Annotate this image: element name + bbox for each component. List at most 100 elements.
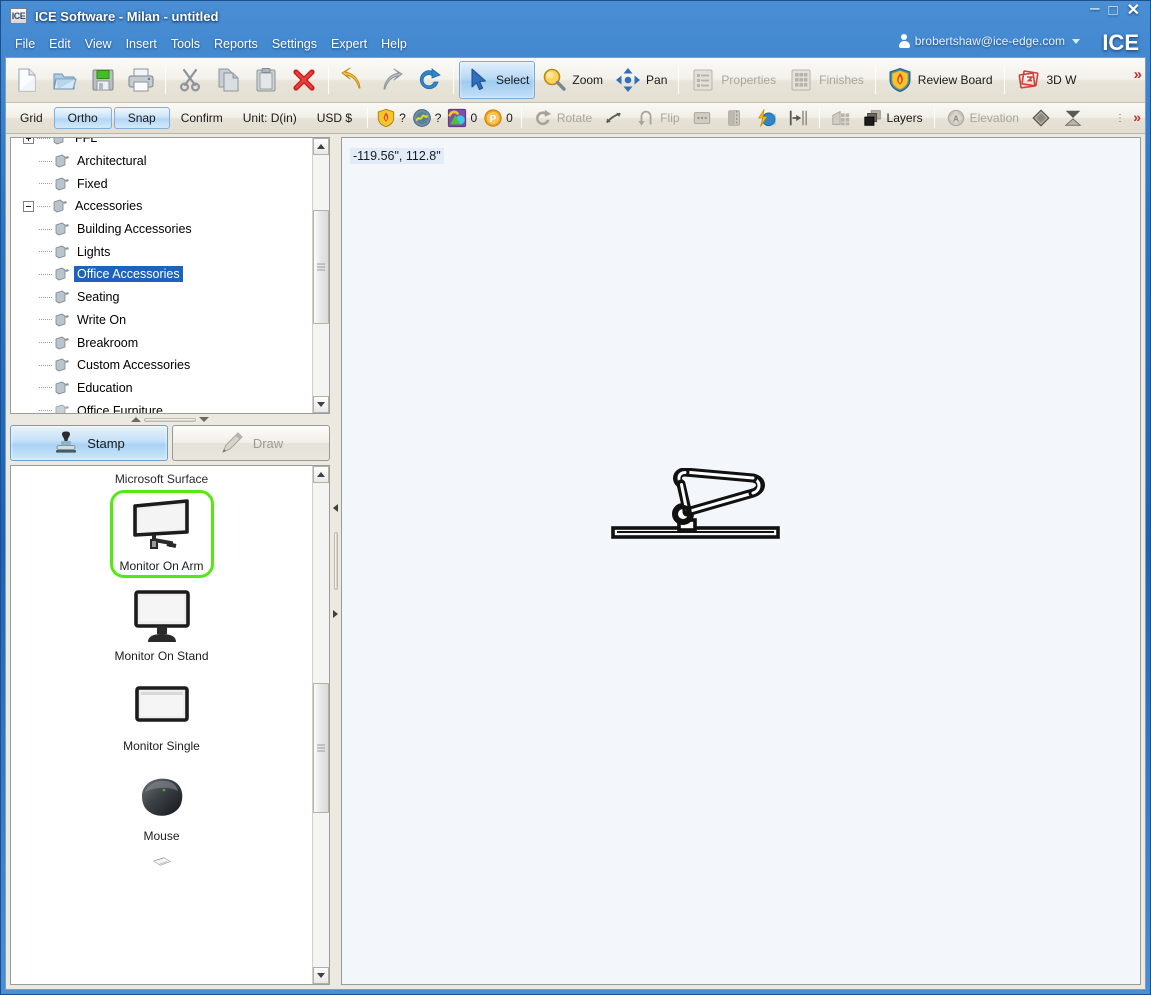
delete-button[interactable] xyxy=(285,61,323,99)
align-button[interactable] xyxy=(598,105,630,131)
tree-item-seating[interactable]: Seating xyxy=(11,286,312,309)
tree-item-office-accessories[interactable]: Office Accessories xyxy=(11,263,312,286)
copy-button[interactable] xyxy=(209,61,247,99)
placed-monitor-on-arm-symbol[interactable] xyxy=(607,468,787,548)
tree-item-education[interactable]: Education xyxy=(11,377,312,400)
scroll-thumb[interactable] xyxy=(313,683,329,813)
menu-file[interactable]: File xyxy=(8,35,42,54)
splitter-collapse-right-icon[interactable] xyxy=(333,610,338,618)
paste-button[interactable] xyxy=(247,61,285,99)
catalog-item-keyboard[interactable] xyxy=(110,850,214,878)
scroll-track[interactable] xyxy=(313,483,329,967)
snap-toggle[interactable]: Snap xyxy=(113,107,170,129)
tree-item-lights[interactable]: Lights xyxy=(11,240,312,263)
new-file-button[interactable] xyxy=(8,61,46,99)
print-button[interactable] xyxy=(122,61,160,99)
layers-button[interactable]: Layers xyxy=(857,105,929,131)
undo-button[interactable] xyxy=(334,61,372,99)
menu-help[interactable]: Help xyxy=(374,35,414,54)
scroll-down-button[interactable] xyxy=(313,396,329,413)
catalog-item-monitor-single[interactable]: Monitor Single xyxy=(110,670,214,758)
tree-item-office-furniture[interactable]: Office Furniture xyxy=(11,399,312,413)
open-file-button[interactable] xyxy=(46,61,84,99)
toolbar-separator xyxy=(328,66,329,94)
tab-stamp[interactable]: Stamp xyxy=(10,425,168,461)
splitter-collapse-left-icon[interactable] xyxy=(333,504,338,512)
fire-rating-status[interactable]: ? xyxy=(373,108,409,128)
close-button[interactable]: ✕ xyxy=(1125,3,1142,19)
tree-item-custom-accessories[interactable]: Custom Accessories xyxy=(11,354,312,377)
drawing-canvas[interactable]: -119.56", 112.8" xyxy=(341,137,1141,985)
maximize-button[interactable]: □ xyxy=(1107,3,1120,18)
menu-tools[interactable]: Tools xyxy=(164,35,207,54)
zoom-tool-button[interactable]: Zoom xyxy=(535,61,609,99)
cut-button[interactable] xyxy=(171,61,209,99)
confirm-button[interactable]: Confirm xyxy=(171,107,233,129)
account-menu[interactable]: brobertshaw@ice-edge.com xyxy=(898,34,1080,48)
svg-text:P: P xyxy=(490,114,497,125)
tree-item-ffl[interactable]: FFL xyxy=(11,138,312,150)
unit-selector[interactable]: Unit: D(in) xyxy=(233,107,307,129)
3d-walk-button[interactable]: 3D W xyxy=(1010,61,1083,99)
properties-button[interactable]: Properties xyxy=(684,61,782,99)
diamond-view-button[interactable] xyxy=(1025,105,1057,131)
scroll-up-button[interactable] xyxy=(313,138,329,155)
ortho-toggle[interactable]: Ortho xyxy=(53,107,112,129)
tree-item-write-on[interactable]: Write On xyxy=(11,309,312,332)
rotate-button[interactable]: Rotate xyxy=(527,105,598,131)
section-view-button[interactable] xyxy=(1057,105,1089,131)
menu-expert[interactable]: Expert xyxy=(324,35,374,54)
menu-edit[interactable]: Edit xyxy=(42,35,78,54)
mirror-vertical-icon xyxy=(727,110,740,126)
catalog-item-monitor-on-stand[interactable]: Monitor On Stand xyxy=(110,580,214,668)
snap-center-button[interactable] xyxy=(782,105,814,131)
horizontal-splitter[interactable] xyxy=(10,414,330,425)
scroll-down-button[interactable] xyxy=(313,967,329,984)
scroll-up-button[interactable] xyxy=(313,466,329,483)
select-tool-button[interactable]: Select xyxy=(459,61,536,99)
scroll-thumb[interactable] xyxy=(313,210,329,324)
splitter-collapse-up-icon[interactable] xyxy=(131,417,141,422)
finishes-count-status[interactable]: 0 xyxy=(444,108,480,128)
tree-item-building-accessories[interactable]: Building Accessories xyxy=(11,218,312,241)
currency-selector[interactable]: USD $ xyxy=(307,107,362,129)
redo-button[interactable] xyxy=(372,61,410,99)
catalog-vertical-scrollbar[interactable] xyxy=(312,466,329,984)
expand-icon[interactable] xyxy=(23,138,34,144)
tree-item-fixed[interactable]: Fixed xyxy=(11,172,312,195)
review-board-button[interactable]: Review Board xyxy=(881,61,999,99)
tree-item-accessories[interactable]: Accessories xyxy=(11,195,312,218)
refresh-button[interactable] xyxy=(410,61,448,99)
minimize-button[interactable]: – xyxy=(1088,0,1101,16)
power-count-status[interactable]: P 0 xyxy=(480,108,516,128)
splitter-collapse-down-icon[interactable] xyxy=(199,417,209,422)
power-tool-button[interactable] xyxy=(750,105,782,131)
splitter-grip[interactable] xyxy=(333,532,338,590)
menu-reports[interactable]: Reports xyxy=(207,35,265,54)
toolbar-overflow-button[interactable]: » xyxy=(1134,66,1142,83)
pan-tool-button[interactable]: Pan xyxy=(609,61,673,99)
menu-view[interactable]: View xyxy=(78,35,119,54)
mirror-vertical-button[interactable] xyxy=(718,105,750,131)
tree-vertical-scrollbar[interactable] xyxy=(312,138,329,413)
tree-item-architectural[interactable]: Architectural xyxy=(11,150,312,173)
tree-item-breakroom[interactable]: Breakroom xyxy=(11,331,312,354)
catalog-item-mouse[interactable]: Mouse xyxy=(110,760,214,848)
grid-button[interactable]: Grid xyxy=(10,107,53,129)
finishes-button[interactable]: Finishes xyxy=(782,61,870,99)
menu-insert[interactable]: Insert xyxy=(119,35,164,54)
menu-settings[interactable]: Settings xyxy=(265,35,324,54)
collapse-icon[interactable] xyxy=(23,200,34,212)
secondary-toolbar-overflow-button[interactable]: » xyxy=(1133,109,1141,125)
elevation-button[interactable]: A Elevation xyxy=(940,105,1025,131)
acoustics-status[interactable]: ? xyxy=(409,108,445,128)
scroll-track[interactable] xyxy=(313,155,329,396)
grid-view-button[interactable] xyxy=(825,105,857,131)
splitter-grip[interactable] xyxy=(144,417,196,422)
save-file-button[interactable] xyxy=(84,61,122,99)
flip-button[interactable]: Flip xyxy=(630,105,685,131)
tab-draw[interactable]: Draw xyxy=(172,425,330,461)
mirror-horizontal-button[interactable] xyxy=(686,105,718,131)
vertical-splitter[interactable] xyxy=(330,137,341,985)
catalog-item-monitor-on-arm[interactable]: Monitor On Arm xyxy=(109,490,214,578)
